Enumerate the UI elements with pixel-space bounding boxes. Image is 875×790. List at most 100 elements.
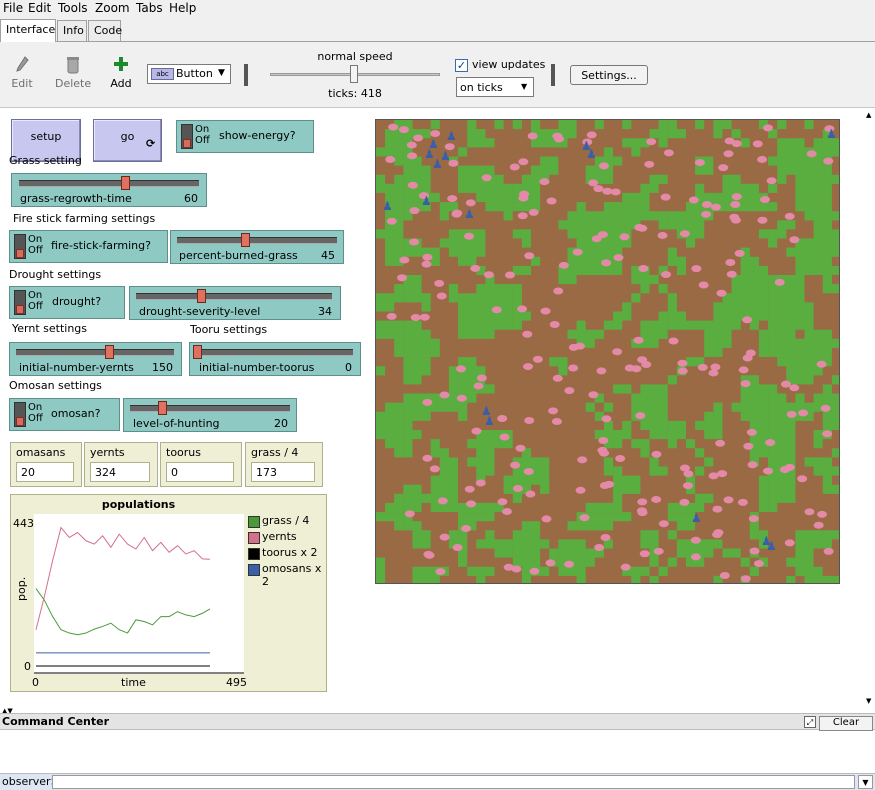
- omosan-agent: ♟: [464, 207, 475, 221]
- yernt-agent: [539, 178, 550, 186]
- tab-code[interactable]: Code: [88, 20, 122, 41]
- legend-label: toorus x 2: [262, 546, 318, 559]
- grass-setting-label: Grass setting: [9, 154, 82, 167]
- add-label: Add: [110, 77, 132, 90]
- world-view[interactable]: ♟♟♟♟♟♟♟♟♟♟♟♟♟♟♟♟: [375, 119, 840, 584]
- yernt-agent: [466, 500, 477, 508]
- settings-button[interactable]: Settings...: [570, 65, 648, 85]
- yernt-agent: [501, 507, 512, 515]
- slider-thumb[interactable]: [105, 345, 114, 359]
- yernt-agent: [522, 330, 533, 338]
- yernt-agent: [409, 238, 420, 246]
- switch-toggle[interactable]: [14, 290, 26, 315]
- switch-name: fire-stick-farming?: [51, 239, 151, 252]
- yernt-agent: [388, 123, 399, 131]
- slider-name: grass-regrowth-time: [20, 192, 132, 205]
- slider-name: initial-number-yernts: [19, 361, 134, 374]
- slider-thumb[interactable]: [193, 345, 202, 359]
- delete-button[interactable]: Delete: [55, 56, 91, 90]
- yernt-agent: [558, 261, 569, 269]
- slider-track[interactable]: [16, 349, 174, 356]
- legend-entry: grass / 4: [248, 514, 326, 530]
- slider-track[interactable]: [130, 405, 290, 412]
- initial-yernts-slider[interactable]: initial-number-yernts 150: [9, 342, 182, 376]
- drought-severity-slider[interactable]: drought-severity-level 34: [129, 286, 341, 320]
- drought-switch[interactable]: On Off drought?: [9, 286, 125, 319]
- menu-edit[interactable]: Edit: [28, 1, 51, 15]
- slider-thumb[interactable]: [241, 233, 250, 247]
- slider-track[interactable]: [177, 237, 337, 244]
- vertical-scrollbar[interactable]: ▲ ▼: [866, 109, 875, 707]
- yernt-agent: [710, 363, 721, 371]
- menu-help[interactable]: Help: [169, 1, 196, 15]
- show-energy-switch[interactable]: On Off show-energy?: [176, 120, 314, 153]
- widget-type-select[interactable]: abc Button ▼: [147, 64, 231, 84]
- yernt-agent: [598, 436, 609, 444]
- slider-thumb[interactable]: [158, 401, 167, 415]
- menu-file[interactable]: File: [3, 1, 23, 15]
- yernt-agent: [612, 348, 623, 356]
- slider-name: initial-number-toorus: [199, 361, 315, 374]
- expand-icon[interactable]: ⤢: [804, 716, 816, 728]
- yernt-agent: [668, 337, 679, 345]
- yernt-agent: [719, 572, 730, 580]
- yernt-agent: [523, 363, 534, 371]
- add-button[interactable]: Add: [108, 56, 134, 90]
- switch-toggle[interactable]: [14, 234, 26, 259]
- slider-track[interactable]: [195, 349, 353, 356]
- omosan-switch[interactable]: On Off omosan?: [9, 398, 120, 431]
- view-updates-checkbox[interactable]: ✓: [455, 59, 468, 72]
- chevron-down-icon[interactable]: ▼: [858, 775, 873, 789]
- switch-toggle[interactable]: [14, 402, 26, 427]
- slider-thumb[interactable]: [197, 289, 206, 303]
- command-input[interactable]: [52, 775, 855, 789]
- go-button[interactable]: go ⟳: [93, 119, 162, 162]
- yernt-agent: [708, 472, 719, 480]
- yernt-agent: [447, 195, 458, 203]
- menu-zoom[interactable]: Zoom: [95, 1, 130, 15]
- monitor-label: grass / 4: [251, 446, 299, 459]
- yernt-agent: [434, 279, 445, 287]
- yernt-agent: [499, 433, 510, 441]
- update-mode-select[interactable]: on ticks ▼: [456, 77, 534, 97]
- yernt-agent: [452, 543, 463, 551]
- scroll-up-icon[interactable]: ▲: [866, 111, 871, 119]
- yernt-agent: [742, 354, 753, 362]
- yernt-settings-label: Yernt settings: [12, 322, 88, 335]
- menu-tools[interactable]: Tools: [58, 1, 88, 15]
- clear-button[interactable]: Clear: [819, 716, 873, 731]
- yernt-agent: [635, 412, 646, 420]
- grass-regrowth-slider[interactable]: grass-regrowth-time 60: [11, 173, 207, 207]
- yernt-agent: [545, 559, 556, 567]
- menu-tabs[interactable]: Tabs: [136, 1, 163, 15]
- yernt-agent: [407, 152, 418, 160]
- slider-track[interactable]: [19, 180, 199, 187]
- yernt-agent: [731, 140, 742, 148]
- yernt-agent: [497, 498, 508, 506]
- yernt-agent: [552, 132, 563, 140]
- yernt-agent: [730, 201, 741, 209]
- edit-button[interactable]: Edit: [8, 56, 36, 90]
- initial-toorus-slider[interactable]: initial-number-toorus 0: [189, 342, 361, 376]
- level-of-hunting-slider[interactable]: level-of-hunting 20: [123, 398, 297, 432]
- slider-track[interactable]: [136, 293, 332, 300]
- plot-ymin: 0: [24, 660, 31, 673]
- slider-thumb[interactable]: [121, 176, 130, 190]
- tab-interface[interactable]: Interface: [0, 19, 56, 42]
- yernt-agent: [657, 231, 668, 239]
- tab-info[interactable]: Info: [57, 20, 87, 41]
- slider-value: 45: [321, 249, 335, 262]
- monitor-label: yernts: [90, 446, 125, 459]
- command-input-row: observer> ▼: [0, 774, 875, 790]
- speed-slider-thumb[interactable]: [350, 65, 358, 83]
- command-center-header: Command Center ⤢ Clear: [0, 713, 875, 731]
- yernt-agent: [551, 417, 562, 425]
- switch-toggle[interactable]: [181, 124, 193, 149]
- scroll-down-icon[interactable]: ▼: [866, 697, 871, 705]
- command-output: [0, 731, 875, 774]
- fire-stick-switch[interactable]: On Off fire-stick-farming?: [9, 230, 168, 263]
- yernt-agent: [639, 550, 650, 558]
- percent-burned-slider[interactable]: percent-burned-grass 45: [170, 230, 344, 264]
- legend-entry: omosans x 2: [248, 562, 326, 588]
- yernt-agent: [633, 336, 644, 344]
